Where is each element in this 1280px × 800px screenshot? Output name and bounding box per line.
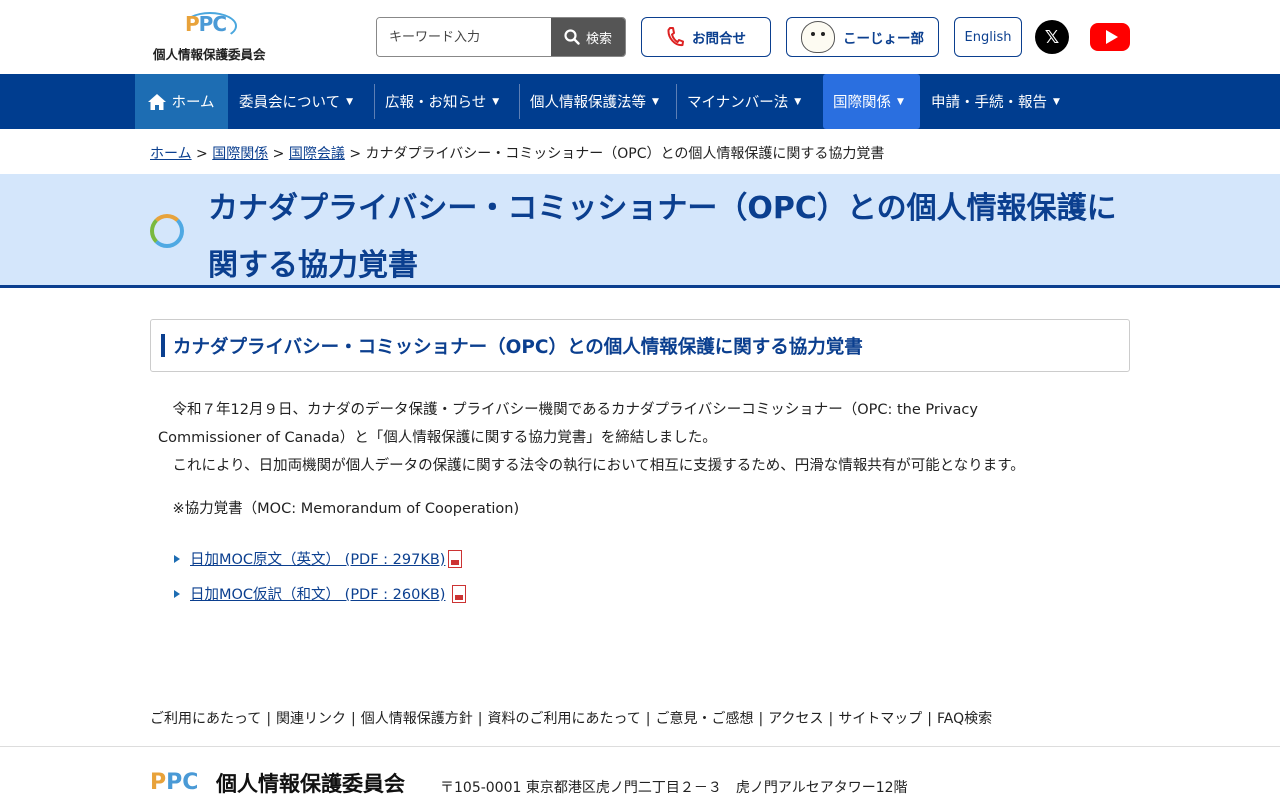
breadcrumb-current: カナダプライバシー・コミッショナー（OPC）との個人情報保護に関する協力覚書 — [365, 146, 885, 162]
nav-label: 国際関係 — [833, 95, 891, 111]
search-form: 検索 — [376, 17, 626, 57]
breadcrumb-sep: > — [268, 146, 289, 162]
footer-sep: | — [266, 711, 272, 727]
footer-logo-pc: PC — [166, 770, 199, 795]
logo-mark-p: P — [185, 12, 200, 36]
chevron-down-icon: ▼ — [346, 96, 353, 107]
nav-item-international[interactable]: 国際関係 ▼ — [823, 74, 920, 129]
section-heading: カナダプライバシー・コミッショナー（OPC）との個人情報保護に関する協力覚書 — [150, 319, 1130, 372]
footer-sep: | — [927, 711, 932, 727]
phone-icon — [667, 27, 684, 47]
footer-org-name: 個人情報保護委員会 — [216, 772, 405, 796]
ring-icon — [150, 214, 184, 248]
footer-link-privacy-policy[interactable]: 個人情報保護方針 — [361, 711, 473, 727]
footer-link-feedback[interactable]: ご意見・ご感想 — [656, 711, 754, 727]
nav-item-about[interactable]: 委員会について ▼ — [229, 74, 353, 129]
page-title-band: カナダプライバシー・コミッショナー（OPC）との個人情報保護に関する協力覚書 — [0, 174, 1280, 288]
footer-link-sitemap[interactable]: サイトマップ — [838, 711, 922, 727]
nav-label: 委員会について — [239, 95, 341, 111]
footer-link-faq[interactable]: FAQ検索 — [937, 711, 992, 727]
moc-english-pdf-link[interactable]: 日加MOC原文（英文） (PDF : 297KB) — [190, 548, 445, 569]
footer-sep: | — [645, 711, 651, 727]
contact-button[interactable]: お問合せ — [641, 17, 771, 57]
nav-label: 申請・手続・報告 — [931, 95, 1047, 111]
chevron-down-icon: ▼ — [897, 96, 904, 107]
chevron-down-icon: ▼ — [492, 96, 500, 107]
intro-line-2: Commissioner of Canada）と「個人情報保護に関する協力覚書」… — [158, 430, 717, 446]
footer-divider — [0, 746, 1280, 747]
breadcrumb-international[interactable]: 国際関係 — [212, 146, 268, 162]
search-button[interactable]: 検索 — [551, 18, 625, 56]
footer-sep: | — [351, 711, 356, 727]
nav-item-mynumber[interactable]: マイナンバー法 ▼ — [677, 74, 801, 129]
bullet-arrow-icon — [174, 589, 180, 598]
bullet-arrow-icon — [174, 554, 180, 563]
breadcrumb: ホーム > 国際関係 > 国際会議 > カナダプライバシー・コミッショナー（OP… — [150, 143, 884, 163]
pdf-icon — [452, 584, 467, 603]
cat-mascot-icon — [801, 21, 835, 53]
search-icon — [564, 29, 580, 45]
footer-address: 〒105-0001 東京都港区虎ノ門二丁目２－３ 虎ノ門アルセアタワー12階 — [440, 780, 908, 796]
list-item: 日加MOC原文（英文） (PDF : 297KB) — [174, 548, 463, 569]
logo-mark-pc: PC — [198, 12, 227, 36]
intro-paragraph: 令和７年12月９日、カナダのデータ保護・プライバシー機関であるカナダプライバシー… — [158, 396, 978, 452]
youtube-icon[interactable] — [1090, 23, 1130, 51]
site-logo[interactable]: PPC 個人情報保護委員会 — [153, 12, 273, 62]
nav-home-label: ホーム — [171, 95, 215, 111]
breadcrumb-conferences[interactable]: 国際会議 — [289, 146, 345, 162]
footer-logo: PPC — [150, 770, 210, 800]
logo-mark: PPC — [185, 12, 227, 36]
english-button[interactable]: English — [954, 17, 1022, 57]
nav-label: 個人情報保護法等 — [530, 95, 646, 111]
footer-sep: | — [758, 711, 764, 727]
nav-item-news[interactable]: 広報・お知らせ ▼ — [375, 74, 499, 129]
chevron-down-icon: ▼ — [1053, 96, 1060, 107]
page-title: カナダプライバシー・コミッショナー（OPC）との個人情報保護に関する協力覚書 — [208, 191, 1117, 283]
search-button-label: 検索 — [585, 31, 612, 47]
footer-link-terms[interactable]: ご利用にあたって — [150, 711, 261, 727]
nav-item-home[interactable]: ホーム — [135, 74, 228, 129]
effect-paragraph: これにより、日加両機関が個人データの保護に関する法令の執行において相互に支援する… — [158, 458, 1025, 474]
breadcrumb-sep: > — [344, 146, 366, 162]
moc-note: ※協力覚書（MOC: Memorandum of Cooperation) — [158, 501, 520, 517]
home-icon — [148, 93, 167, 110]
nav-label: 広報・お知らせ — [385, 95, 487, 111]
chevron-down-icon: ▼ — [652, 96, 659, 107]
footer-links: ご利用にあたって | 関連リンク | 個人情報保護方針 | 資料のご利用にあたって | ご意見・… — [150, 708, 992, 728]
main-nav: ホーム 委員会について ▼ 広報・お知らせ ▼ 個人情報保護法等 ▼ マイナンバー法 ▼… — [0, 74, 1280, 129]
footer-link-materials[interactable]: 資料のご利用にあたって — [487, 711, 640, 727]
footer-link-related[interactable]: 関連リンク — [276, 711, 346, 727]
kojo-club-button[interactable]: こーじょー部 — [786, 17, 939, 57]
contact-button-label: お問合せ — [692, 31, 746, 47]
nav-item-applications[interactable]: 申請・手続・報告 ▼ — [921, 74, 1060, 129]
footer-sep: | — [477, 711, 483, 727]
x-twitter-icon[interactable]: 𝕏 — [1035, 20, 1069, 54]
footer-link-access[interactable]: アクセス — [768, 711, 823, 727]
footer-logo-p: P — [150, 770, 167, 795]
intro-line-1: 令和７年12月９日、カナダのデータ保護・プライバシー機関であるカナダプライバシー… — [158, 402, 978, 418]
pdf-icon — [448, 549, 463, 568]
breadcrumb-home[interactable]: ホーム — [150, 146, 192, 162]
list-item: 日加MOC仮訳（和文） (PDF : 260KB) — [174, 583, 467, 604]
breadcrumb-sep: > — [191, 146, 213, 162]
nav-label: マイナンバー法 — [687, 95, 789, 111]
moc-japanese-pdf-link[interactable]: 日加MOC仮訳（和文） (PDF : 260KB) — [190, 583, 445, 604]
logo-text: 個人情報保護委員会 — [153, 47, 266, 62]
chevron-down-icon: ▼ — [794, 96, 802, 107]
kojo-club-label: こーじょー部 — [843, 31, 924, 47]
footer-sep: | — [828, 711, 834, 727]
nav-item-privacy-law[interactable]: 個人情報保護法等 ▼ — [520, 74, 659, 129]
search-input[interactable] — [377, 18, 551, 56]
site-header: PPC 個人情報保護委員会 検索 お問合せ こーじょー部 English 𝕏 — [0, 0, 1280, 74]
